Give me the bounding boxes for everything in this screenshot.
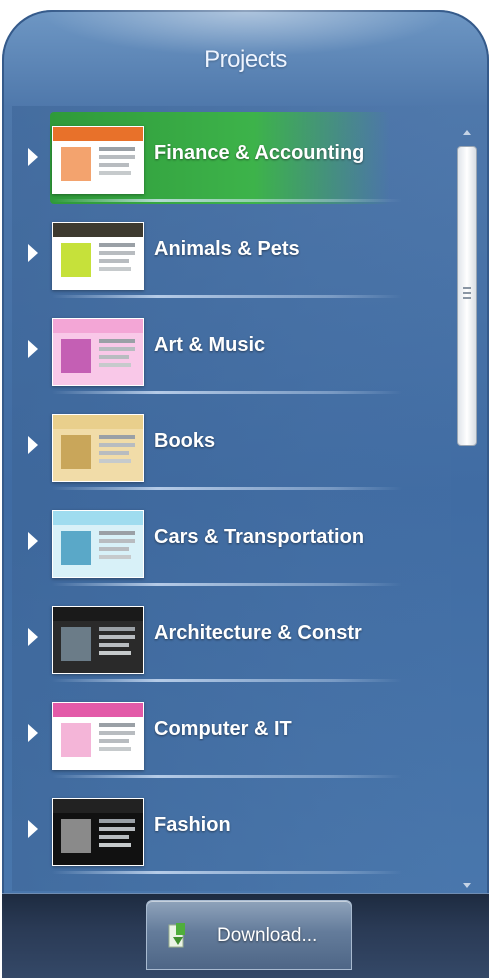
grip-line [463,287,471,289]
triangle-right-icon[interactable] [28,148,38,166]
project-label: Architecture & Constr [154,622,362,644]
triangle-right-icon[interactable] [28,820,38,838]
project-list-item[interactable]: Cars & Transportation [12,490,451,586]
footer-bar: Download... [2,893,489,978]
triangle-right-icon[interactable] [28,436,38,454]
item-separator [52,871,402,874]
grip-line [463,297,471,299]
project-list-item[interactable]: Fashion [12,778,451,874]
grip-line [463,292,471,294]
project-thumbnail [52,126,144,194]
download-button[interactable]: Download... [146,900,352,970]
triangle-right-icon[interactable] [28,244,38,262]
scroll-down-arrow-icon[interactable] [463,883,471,888]
project-thumbnail [52,222,144,290]
project-thumbnail [52,318,144,386]
project-list-item[interactable]: Books [12,394,451,490]
project-list-item[interactable]: Computer & IT [12,682,451,778]
triangle-right-icon[interactable] [28,532,38,550]
project-label: Cars & Transportation [154,526,365,548]
project-list-item[interactable]: Architecture & Constr [12,586,451,682]
panel-title: Projects [204,46,287,73]
scrollbar[interactable] [457,128,477,888]
scroll-up-arrow-icon[interactable] [463,130,471,135]
triangle-right-icon[interactable] [28,340,38,358]
project-label: Animals & Pets [154,238,300,260]
download-icon [168,923,185,948]
project-thumbnail [52,510,144,578]
project-thumbnail [52,798,144,866]
project-label: Computer & IT [154,718,292,740]
project-thumbnail [52,702,144,770]
project-list-item[interactable]: Finance & Accounting [12,106,451,204]
scrollbar-thumb[interactable] [457,146,477,446]
project-thumbnail [52,606,144,674]
triangle-right-icon[interactable] [28,628,38,646]
project-list[interactable]: Finance & Accounting Animals & Pets Art & … [12,106,451,891]
project-label: Finance & Accounting [154,142,365,164]
projects-panel: Projects Finance & Accounting Animals & P… [2,10,489,978]
project-label: Books [154,430,216,452]
triangle-right-icon[interactable] [28,724,38,742]
download-label: Download... [217,925,318,946]
project-thumbnail [52,414,144,482]
project-list-item[interactable]: Animals & Pets [12,202,451,298]
project-label: Fashion [154,814,231,836]
project-label: Art & Music [154,334,266,356]
project-list-item[interactable]: Art & Music [12,298,451,394]
